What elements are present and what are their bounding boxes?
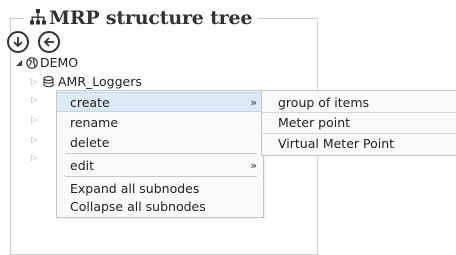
tree-node-label: DEMO: [40, 55, 79, 70]
menu-separator: [65, 153, 257, 154]
menu-item-label: rename: [70, 114, 119, 130]
submenu-item-virtual-meter-point[interactable]: Virtual Meter Point: [262, 133, 456, 153]
tree-node-demo[interactable]: ◢ DEMO: [16, 55, 78, 70]
arrow-down-icon: [13, 37, 23, 48]
panel-header: MRP structure tree: [24, 4, 259, 32]
collapsed-triangle-icon[interactable]: ▷: [31, 135, 41, 144]
submenu-item-label: group of items: [278, 94, 370, 110]
context-menu: create » rename delete edit » Expand all…: [56, 90, 264, 218]
menu-item-delete[interactable]: delete: [57, 132, 263, 152]
menu-item-edit[interactable]: edit »: [57, 155, 263, 175]
create-submenu: group of items Meter point Virtual Meter…: [261, 90, 456, 156]
expanded-triangle-icon[interactable]: ◢: [16, 58, 26, 67]
database-icon: [43, 75, 54, 87]
menu-separator: [65, 176, 257, 177]
back-button[interactable]: [38, 31, 60, 53]
menu-item-label: create: [70, 94, 110, 110]
menu-item-label: edit: [70, 157, 94, 173]
submenu-arrow-icon: »: [250, 158, 257, 172]
globe-icon: [26, 56, 38, 69]
arrow-left-icon: [43, 37, 54, 47]
submenu-item-label: Meter point: [278, 115, 351, 130]
menu-item-rename[interactable]: rename: [57, 112, 263, 132]
panel-title: MRP structure tree: [49, 7, 253, 29]
collapsed-triangle-icon[interactable]: ▷: [31, 95, 41, 104]
collapsed-triangle-icon[interactable]: ▷: [31, 153, 41, 162]
tree-node-label: AMR_Loggers: [58, 74, 142, 89]
menu-item-collapse-all[interactable]: Collapse all subnodes: [57, 196, 263, 216]
submenu-item-meter-point[interactable]: Meter point: [262, 112, 456, 132]
submenu-item-label: Virtual Meter Point: [278, 136, 395, 151]
submenu-item-group-of-items[interactable]: group of items: [262, 92, 456, 112]
expand-down-button[interactable]: [7, 31, 29, 53]
submenu-arrow-icon: »: [250, 95, 257, 109]
collapsed-triangle-icon[interactable]: ▷: [31, 77, 41, 86]
menu-item-label: Collapse all subnodes: [70, 198, 206, 214]
menu-item-label: Expand all subnodes: [70, 180, 200, 196]
menu-item-label: delete: [70, 134, 110, 150]
menu-item-expand-all[interactable]: Expand all subnodes: [57, 178, 263, 198]
tree-node-amr-loggers[interactable]: ▷ AMR_Loggers: [31, 74, 142, 89]
menu-item-create[interactable]: create »: [57, 92, 263, 112]
collapsed-triangle-icon[interactable]: ▷: [31, 115, 41, 124]
hierarchy-icon: [30, 9, 46, 25]
